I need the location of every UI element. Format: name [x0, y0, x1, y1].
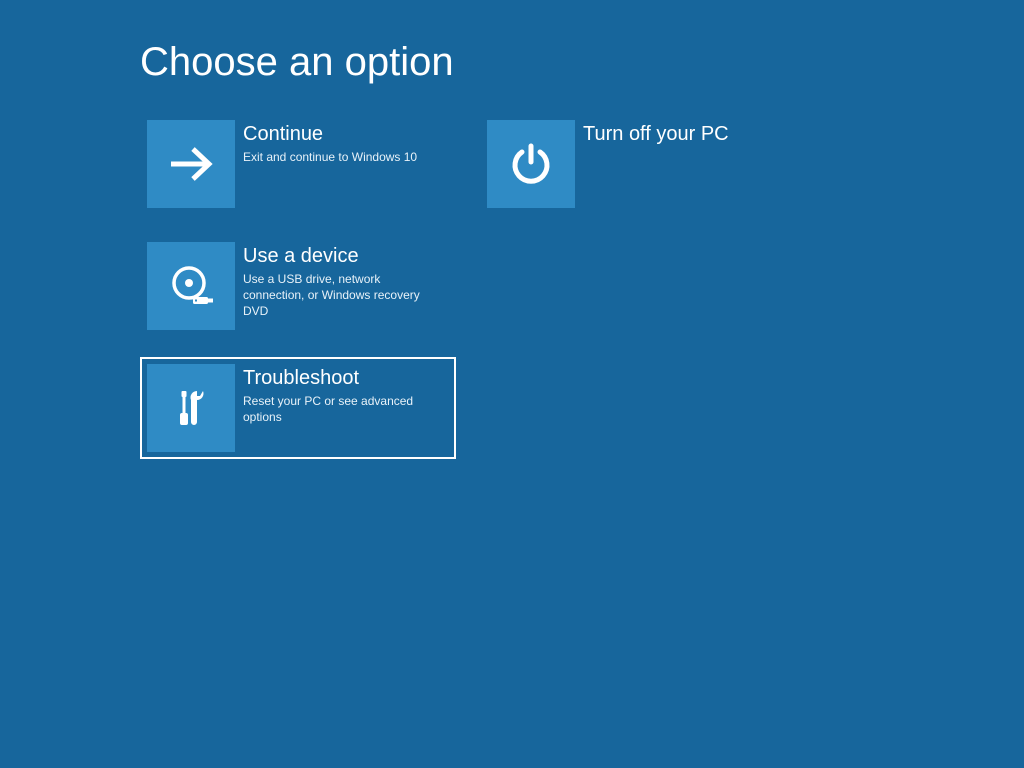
page-title: Choose an option [140, 40, 1024, 85]
option-turn-off[interactable]: Turn off your PC [480, 113, 796, 215]
options-column-right: Turn off your PC [480, 113, 796, 459]
option-use-device-desc: Use a USB drive, network connection, or … [243, 271, 445, 320]
option-troubleshoot[interactable]: Troubleshoot Reset your PC or see advanc… [140, 357, 456, 459]
option-use-device[interactable]: Use a device Use a USB drive, network co… [140, 235, 456, 337]
option-troubleshoot-desc: Reset your PC or see advanced options [243, 393, 445, 425]
option-troubleshoot-title: Troubleshoot [243, 366, 445, 390]
options-column-left: Continue Exit and continue to Windows 10 [140, 113, 456, 459]
arrow-right-icon [147, 120, 235, 208]
tools-icon [147, 364, 235, 452]
disc-usb-icon [147, 242, 235, 330]
option-continue[interactable]: Continue Exit and continue to Windows 10 [140, 113, 456, 215]
option-use-device-title: Use a device [243, 244, 445, 268]
option-continue-title: Continue [243, 122, 417, 146]
option-turn-off-title: Turn off your PC [583, 122, 729, 146]
power-icon [487, 120, 575, 208]
option-continue-desc: Exit and continue to Windows 10 [243, 149, 417, 165]
options-grid: Continue Exit and continue to Windows 10 [140, 113, 1024, 459]
